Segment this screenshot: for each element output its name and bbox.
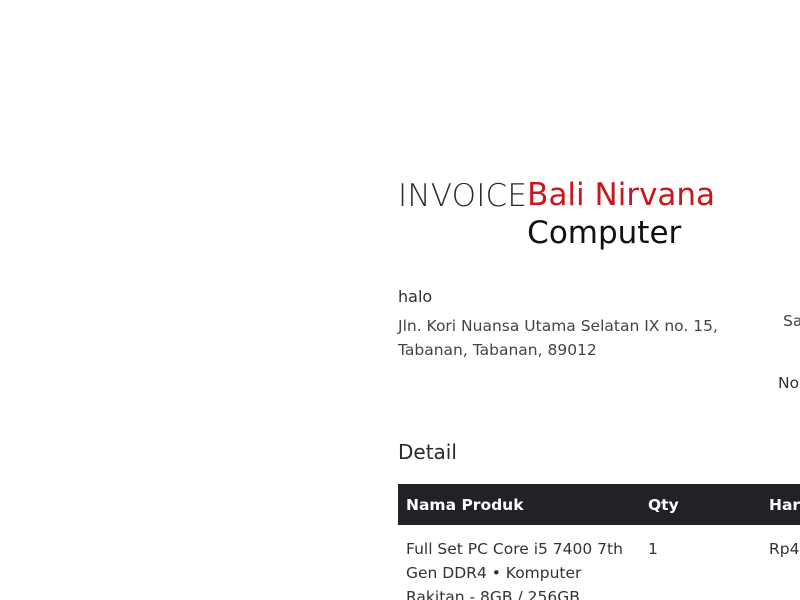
side-info-label-1: Sa [783, 312, 800, 330]
customer-info: halo Jln. Kori Nuansa Utama Selatan IX n… [398, 286, 800, 362]
detail-heading: Detail [398, 440, 457, 464]
column-header-price: Har [769, 495, 800, 514]
invoice-page: INVOICE Bali Nirvana Computer halo Jln. … [0, 0, 800, 600]
detail-table: Nama Produk Qty Har Full Set PC Core i5 … [398, 484, 800, 600]
company-name: Bali Nirvana Computer [527, 176, 715, 252]
price-cell: Rp4 [769, 540, 800, 558]
company-name-line1: Bali Nirvana [527, 177, 716, 213]
invoice-header: INVOICE Bali Nirvana Computer halo Jln. … [398, 176, 800, 362]
column-header-product: Nama Produk [406, 495, 524, 514]
customer-address: Jln. Kori Nuansa Utama Selatan IX no. 15… [398, 317, 718, 359]
qty-cell: 1 [648, 540, 658, 558]
column-header-qty: Qty [648, 495, 679, 514]
company-name-line2: Computer [527, 215, 682, 251]
title-row: INVOICE Bali Nirvana Computer [398, 176, 800, 252]
side-info-label-2: No [778, 374, 800, 392]
table-header: Nama Produk Qty Har [398, 484, 800, 525]
table-row: Full Set PC Core i5 7400 7th Gen DDR4 • … [398, 525, 800, 600]
invoice-label: INVOICE [398, 178, 528, 214]
product-name-cell: Full Set PC Core i5 7400 7th Gen DDR4 • … [406, 540, 623, 600]
customer-name: halo [398, 287, 433, 306]
